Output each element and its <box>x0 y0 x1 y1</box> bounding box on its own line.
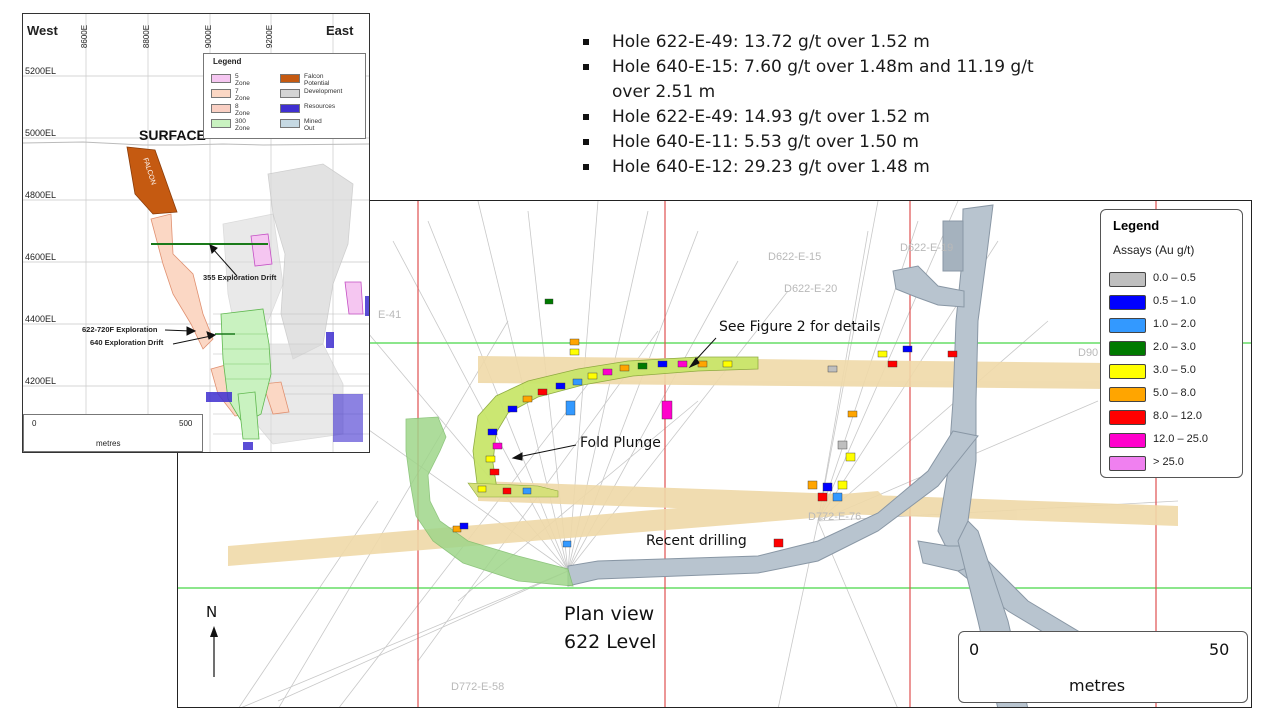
section-scale-end: 500 <box>179 419 193 428</box>
legend-label: 5 Zone <box>235 73 250 87</box>
plan-scale-box: 0 50 metres <box>958 631 1248 703</box>
hole-label: D772-E-58 <box>451 681 505 693</box>
legend-swatch <box>1109 433 1146 448</box>
legend-label: 300 Zone <box>235 118 250 132</box>
section-scale-start: 0 <box>32 419 37 428</box>
legend-item: 0.5 – 1.0 <box>1109 295 1239 311</box>
hole-label: E-41 <box>378 309 402 321</box>
easting-label: 9200E <box>265 24 275 49</box>
legend-subtitle: Assays (Au g/t) <box>1113 243 1195 257</box>
easting-label: 9000E <box>204 24 214 49</box>
legend-label: 8 Zone <box>235 103 250 117</box>
legend-label: 12.0 – 25.0 <box>1153 433 1209 445</box>
elevation-label: 4400EL <box>25 314 57 324</box>
highlight-item: Hole 622-E-49: 14.93 g/t over 1.52 m <box>583 105 1063 130</box>
section-legend-title: Legend <box>213 57 242 66</box>
legend-label: > 25.0 <box>1153 456 1184 468</box>
surface-label: SURFACE <box>139 127 206 143</box>
legend-label: 0.5 – 1.0 <box>1153 295 1196 307</box>
legend-label: 7 Zone <box>235 88 250 102</box>
legend-label: Resources <box>304 103 336 110</box>
legend-item: > 25.0 <box>1109 456 1239 472</box>
recent-drilling-label: Recent drilling <box>646 533 747 549</box>
legend-swatch <box>280 89 300 98</box>
assay-legend: Legend Assays (Au g/t) 0.0 – 0.5 0.5 – 1… <box>1100 209 1243 478</box>
easting-label: 8600E <box>80 24 90 49</box>
highlight-item: Hole 640-E-11: 5.53 g/t over 1.50 m <box>583 130 1063 155</box>
legend-label: 3.0 – 5.0 <box>1153 364 1196 376</box>
legend-item: 5.0 – 8.0 <box>1109 387 1239 403</box>
elevation-label: 4600EL <box>25 252 57 262</box>
legend-label: 2.0 – 3.0 <box>1153 341 1196 353</box>
plan-view-title: Plan view <box>564 603 655 625</box>
elevation-label: 4200EL <box>25 376 57 386</box>
legend-label: 5.0 – 8.0 <box>1153 387 1196 399</box>
section-scale-box: 0 500 metres <box>23 414 203 452</box>
drift-355-label: 355 Exploration Drift <box>203 273 277 282</box>
fold-plunge-label: Fold Plunge <box>580 435 661 451</box>
legend-label: Falcon Potential <box>304 73 330 87</box>
legend-item: 2.0 – 3.0 <box>1109 341 1239 357</box>
legend-swatch <box>1109 456 1146 471</box>
hole-label: D772-E-76 <box>808 511 862 523</box>
legend-swatch <box>211 119 231 128</box>
legend-swatch <box>1109 387 1146 402</box>
elevation-label: 5000EL <box>25 128 57 138</box>
elevation-label: 5200EL <box>25 66 57 76</box>
drift-640-label: 640 Exploration Drift <box>90 338 164 347</box>
legend-label: 0.0 – 0.5 <box>1153 272 1196 284</box>
see-figure-label: See Figure 2 for details <box>719 319 881 335</box>
legend-swatch <box>1109 410 1146 425</box>
zone-5-body <box>250 233 273 267</box>
highlight-item: Hole 640-E-12: 29.23 g/t over 1.48 m <box>583 155 1063 180</box>
section-legend: Legend 5 Zone 7 Zone 8 Zone 300 Zone Fal… <box>203 53 366 139</box>
exploration-622-label: 622-720F Exploration <box>82 325 158 334</box>
elevation-label: 4800EL <box>25 190 57 200</box>
legend-label: 8.0 – 12.0 <box>1153 410 1202 422</box>
section-scale-unit: metres <box>96 439 121 448</box>
north-arrow-icon <box>210 626 218 677</box>
legend-item: 3.0 – 5.0 <box>1109 364 1239 380</box>
west-label: West <box>27 23 58 38</box>
legend-label: 1.0 – 2.0 <box>1153 318 1196 330</box>
legend-swatch <box>280 119 300 128</box>
highlight-item: Hole 622-E-49: 13.72 g/t over 1.52 m <box>583 30 1063 55</box>
legend-swatch <box>280 104 300 113</box>
hole-label: D622-E-19 <box>900 242 954 254</box>
hole-label: D622-E-15 <box>768 251 822 263</box>
legend-swatch <box>1109 364 1146 379</box>
legend-swatch <box>211 74 231 83</box>
north-label: N <box>206 603 218 621</box>
legend-title: Legend <box>1113 218 1160 233</box>
highlights-list: Hole 622-E-49: 13.72 g/t over 1.52 m Hol… <box>583 30 1063 180</box>
legend-swatch <box>1109 295 1146 310</box>
easting-label: 8800E <box>142 24 152 49</box>
highlight-item: Hole 640-E-15: 7.60 g/t over 1.48m and 1… <box>583 55 1063 105</box>
scale-end: 50 <box>1209 640 1230 659</box>
scale-start: 0 <box>969 640 980 659</box>
legend-swatch <box>211 89 231 98</box>
scale-unit: metres <box>1069 676 1126 695</box>
legend-swatch <box>211 104 231 113</box>
legend-swatch <box>1109 341 1146 356</box>
legend-label: Mined Out <box>304 118 322 132</box>
east-label: East <box>326 23 354 38</box>
legend-swatch <box>280 74 300 83</box>
legend-item: 0.0 – 0.5 <box>1109 272 1239 288</box>
legend-label: Development <box>304 88 343 95</box>
hole-label: D90 <box>1078 347 1099 359</box>
legend-item: 12.0 – 25.0 <box>1109 433 1239 449</box>
legend-swatch <box>1109 272 1146 287</box>
long-section-inset: West East 8600E 8800E 9000E 9200E 5200EL… <box>22 13 370 453</box>
legend-item: 8.0 – 12.0 <box>1109 410 1239 426</box>
hole-label: D622-E-20 <box>784 283 838 295</box>
legend-swatch <box>1109 318 1146 333</box>
level-title: 622 Level <box>564 631 657 653</box>
legend-item: 1.0 – 2.0 <box>1109 318 1239 334</box>
